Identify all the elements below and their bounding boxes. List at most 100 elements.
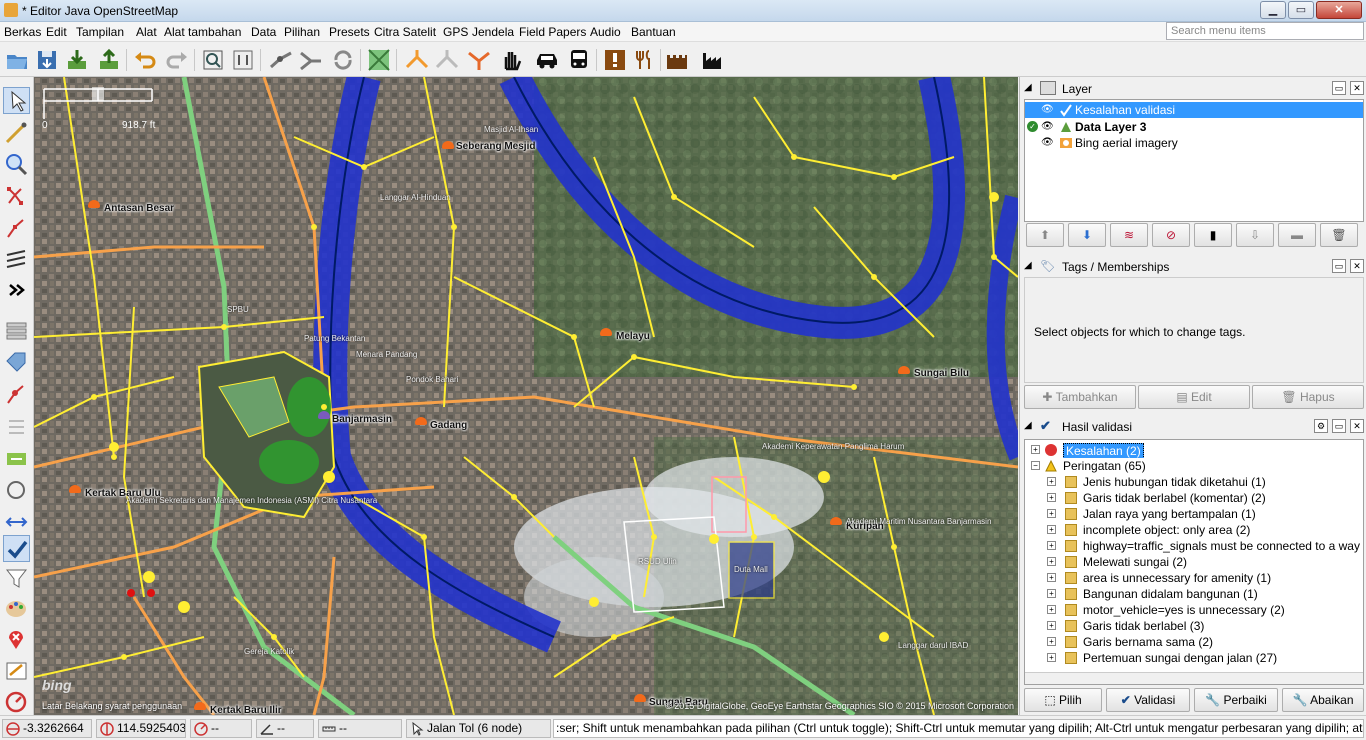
tags-toggle-icon[interactable] [3,349,30,376]
zoom-to-icon[interactable] [200,47,226,73]
unglue-icon[interactable] [434,47,460,73]
combine-way-icon[interactable] [298,47,324,73]
layer-info-icon[interactable]: ▬ [1278,223,1316,247]
layer-row[interactable]: 👁 Kesalahan validasi [1025,102,1363,118]
layer-panel-header[interactable]: ◢ Layer ▭ ✕ [1022,79,1364,99]
selection-list-icon[interactable] [3,381,30,408]
menu-alat[interactable]: Alat [136,25,157,39]
layer-row[interactable]: 👁 Bing aerial imagery [1025,135,1363,151]
delete-mode-icon[interactable] [3,183,30,210]
menu-presets[interactable]: Presets [329,25,370,39]
bus-icon[interactable] [566,47,592,73]
draw-mode-icon[interactable] [3,119,30,146]
undock-icon[interactable]: ▭ [1332,419,1346,433]
move-up-icon[interactable]: ⬆ [1026,223,1064,247]
add-tag-button[interactable]: ✚ Tambahkan [1024,385,1136,409]
tree-warning-item[interactable]: + highway=traffic_signals must be connect… [1025,538,1363,554]
menu-data[interactable]: Data [251,25,276,39]
validate-button[interactable]: ✔ Validasi [1106,688,1190,712]
background-terms-link[interactable]: Latar Belakang syarat penggunaan [42,701,182,711]
castle-icon[interactable] [664,47,690,73]
validation-panel-header[interactable]: ◢ ✔ Hasil validasi ⚙ ▭ ✕ [1022,417,1364,437]
notes-icon[interactable] [3,625,30,652]
horizontal-scrollbar[interactable] [1025,672,1363,684]
minimize-button[interactable]: ▁ [1260,1,1286,19]
tree-warning-item[interactable]: + incomplete object: only area (2) [1025,522,1363,538]
undock-icon[interactable]: ▭ [1332,81,1346,95]
layer-visibility-icon[interactable]: ⊘ [1152,223,1190,247]
collapse-arrow-icon[interactable]: ◢ [1024,260,1036,272]
undo-icon[interactable] [132,47,158,73]
simplify-way-icon[interactable] [366,47,392,73]
aerial-map-canvas[interactable] [34,77,1018,715]
visibility-eye-icon[interactable]: 👁 [1041,104,1054,115]
undock-icon[interactable]: ▭ [1332,259,1346,273]
car-icon[interactable] [534,47,560,73]
edit-tag-button[interactable]: ▤ Edit [1138,385,1250,409]
menu-field-papers[interactable]: Field Papers [519,25,586,39]
expand-icon[interactable]: + [1047,621,1056,630]
imagery-attribution[interactable]: © 2015 DigitalGlobe, GeoEye Earthstar Ge… [665,701,1014,711]
fix-button[interactable]: 🔧 Perbaiki [1194,688,1278,712]
expand-icon[interactable]: + [1047,573,1056,582]
menu-bantuan[interactable]: Bantuan [631,25,676,39]
open-file-icon[interactable] [4,47,30,73]
hand-pan-icon[interactable] [498,47,524,73]
tree-warning-item[interactable]: + area is unnecessary for amenity (1) [1025,570,1363,586]
menu-alat-tambahan[interactable]: Alat tambahan [164,25,241,39]
select-mode-icon[interactable] [3,87,30,114]
split-way-icon[interactable] [268,47,294,73]
align-nodes-icon[interactable] [404,47,430,73]
tree-warning-item[interactable]: + Garis tidak berlabel (komentar) (2) [1025,490,1363,506]
tree-warning-item[interactable]: + Jenis hubungan tidak diketahui (1) [1025,474,1363,490]
expand-icon[interactable]: + [1047,509,1056,518]
menu-search-input[interactable]: Search menu items [1166,22,1364,40]
expand-more-icon[interactable] [3,277,30,304]
visibility-eye-icon[interactable]: 👁 [1041,137,1054,148]
changeset-icon[interactable] [3,657,30,684]
close-panel-icon[interactable]: ✕ [1350,259,1364,273]
select-button[interactable]: ⬚ Pilih [1024,688,1102,712]
tags-panel-header[interactable]: ◢ 🏷 Tags / Memberships ▭ ✕ [1022,257,1364,277]
expand-icon[interactable]: + [1031,445,1040,454]
delete-tag-button[interactable]: 🗑 Hapus [1252,385,1364,409]
layer-row[interactable]: ✓ 👁 Data Layer 3 [1025,119,1363,135]
menu-tampilan[interactable]: Tampilan [76,25,124,39]
factory-icon[interactable] [700,47,726,73]
validation-toggle-icon[interactable] [3,535,30,562]
menu-berkas[interactable]: Berkas [4,25,41,39]
expand-icon[interactable]: + [1047,541,1056,550]
zoom-mode-icon[interactable] [3,151,30,178]
save-icon[interactable] [34,47,60,73]
tree-warning-item[interactable]: + Jalan raya yang bertampalan (1) [1025,506,1363,522]
upload-icon[interactable] [96,47,122,73]
preferences-icon[interactable] [230,47,256,73]
tree-warning-item[interactable]: + Garis bernama sama (2) [1025,634,1363,650]
close-panel-icon[interactable]: ✕ [1350,81,1364,95]
menu-audio[interactable]: Audio [590,25,621,39]
tree-warning-item[interactable]: + Bangunan didalam bangunan (1) [1025,586,1363,602]
close-button[interactable]: ✕ [1316,1,1362,19]
expand-icon[interactable]: + [1047,653,1056,662]
expand-icon[interactable]: + [1047,637,1056,646]
parallel-mode-icon[interactable] [3,247,30,274]
move-down-icon[interactable]: ⬇ [1068,223,1106,247]
map-paint-styles-icon[interactable] [3,595,30,622]
maximize-button[interactable]: ▭ [1288,1,1314,19]
layer-list-toggle-icon[interactable] [3,317,30,344]
redo-icon[interactable] [164,47,190,73]
extrude-mode-icon[interactable] [3,215,30,242]
expand-icon[interactable]: + [1047,557,1056,566]
minimap-icon[interactable] [3,687,30,714]
restaurant-icon[interactable] [632,47,658,73]
settings-icon[interactable]: ⚙ [1314,419,1328,433]
activate-layer-icon[interactable]: ▮ [1194,223,1232,247]
collapse-icon[interactable]: − [1031,461,1040,470]
visibility-eye-icon[interactable]: 👁 [1041,121,1054,132]
menu-edit[interactable]: Edit [46,25,67,39]
tree-warning-item[interactable]: + Pertemuan sungai dengan jalan (27) [1025,650,1363,666]
tree-warning-item[interactable]: + motor_vehicle=yes is unnecessary (2) [1025,602,1363,618]
menu-gps[interactable]: GPS [443,25,468,39]
download-icon[interactable] [64,47,90,73]
warning-marker-icon[interactable] [602,47,628,73]
